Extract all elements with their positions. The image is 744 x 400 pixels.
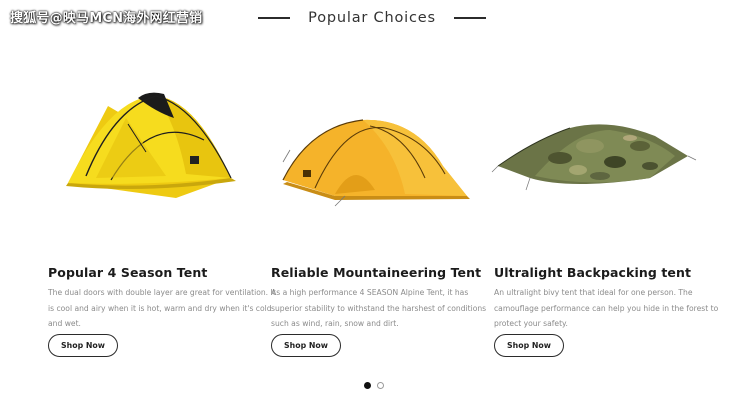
pagination-dot-1[interactable]	[364, 381, 371, 389]
product-card-reliable-mountaineering: Reliable Mountaineering Tent As a high p…	[271, 0, 486, 400]
shop-now-button[interactable]: Shop Now	[271, 334, 341, 357]
pagination-dot-2[interactable]	[377, 381, 384, 389]
product-card-popular-4-season: Popular 4 Season Tent The dual doors wit…	[48, 0, 276, 400]
product-description: An ultralight bivy tent that ideal for o…	[494, 288, 719, 328]
product-description: As a high performance 4 SEASON Alpine Te…	[271, 288, 487, 328]
yellow-dome-tent-image[interactable]	[56, 78, 266, 208]
shop-now-button[interactable]: Shop Now	[494, 334, 564, 357]
product-title: Ultralight Backpacking tent	[494, 265, 692, 280]
orange-tunnel-tent-image[interactable]	[275, 78, 485, 208]
product-description: The dual doors with double layer are gre…	[48, 288, 276, 328]
product-title: Reliable Mountaineering Tent	[271, 265, 482, 280]
carousel-pagination	[364, 381, 384, 389]
product-card-ultralight-backpacking: Ultralight Backpacking tent An ultraligh…	[491, 0, 718, 400]
shop-now-button[interactable]: Shop Now	[48, 334, 118, 357]
camouflage-bivy-tent-image[interactable]	[490, 78, 700, 208]
product-title: Popular 4 Season Tent	[48, 265, 208, 280]
